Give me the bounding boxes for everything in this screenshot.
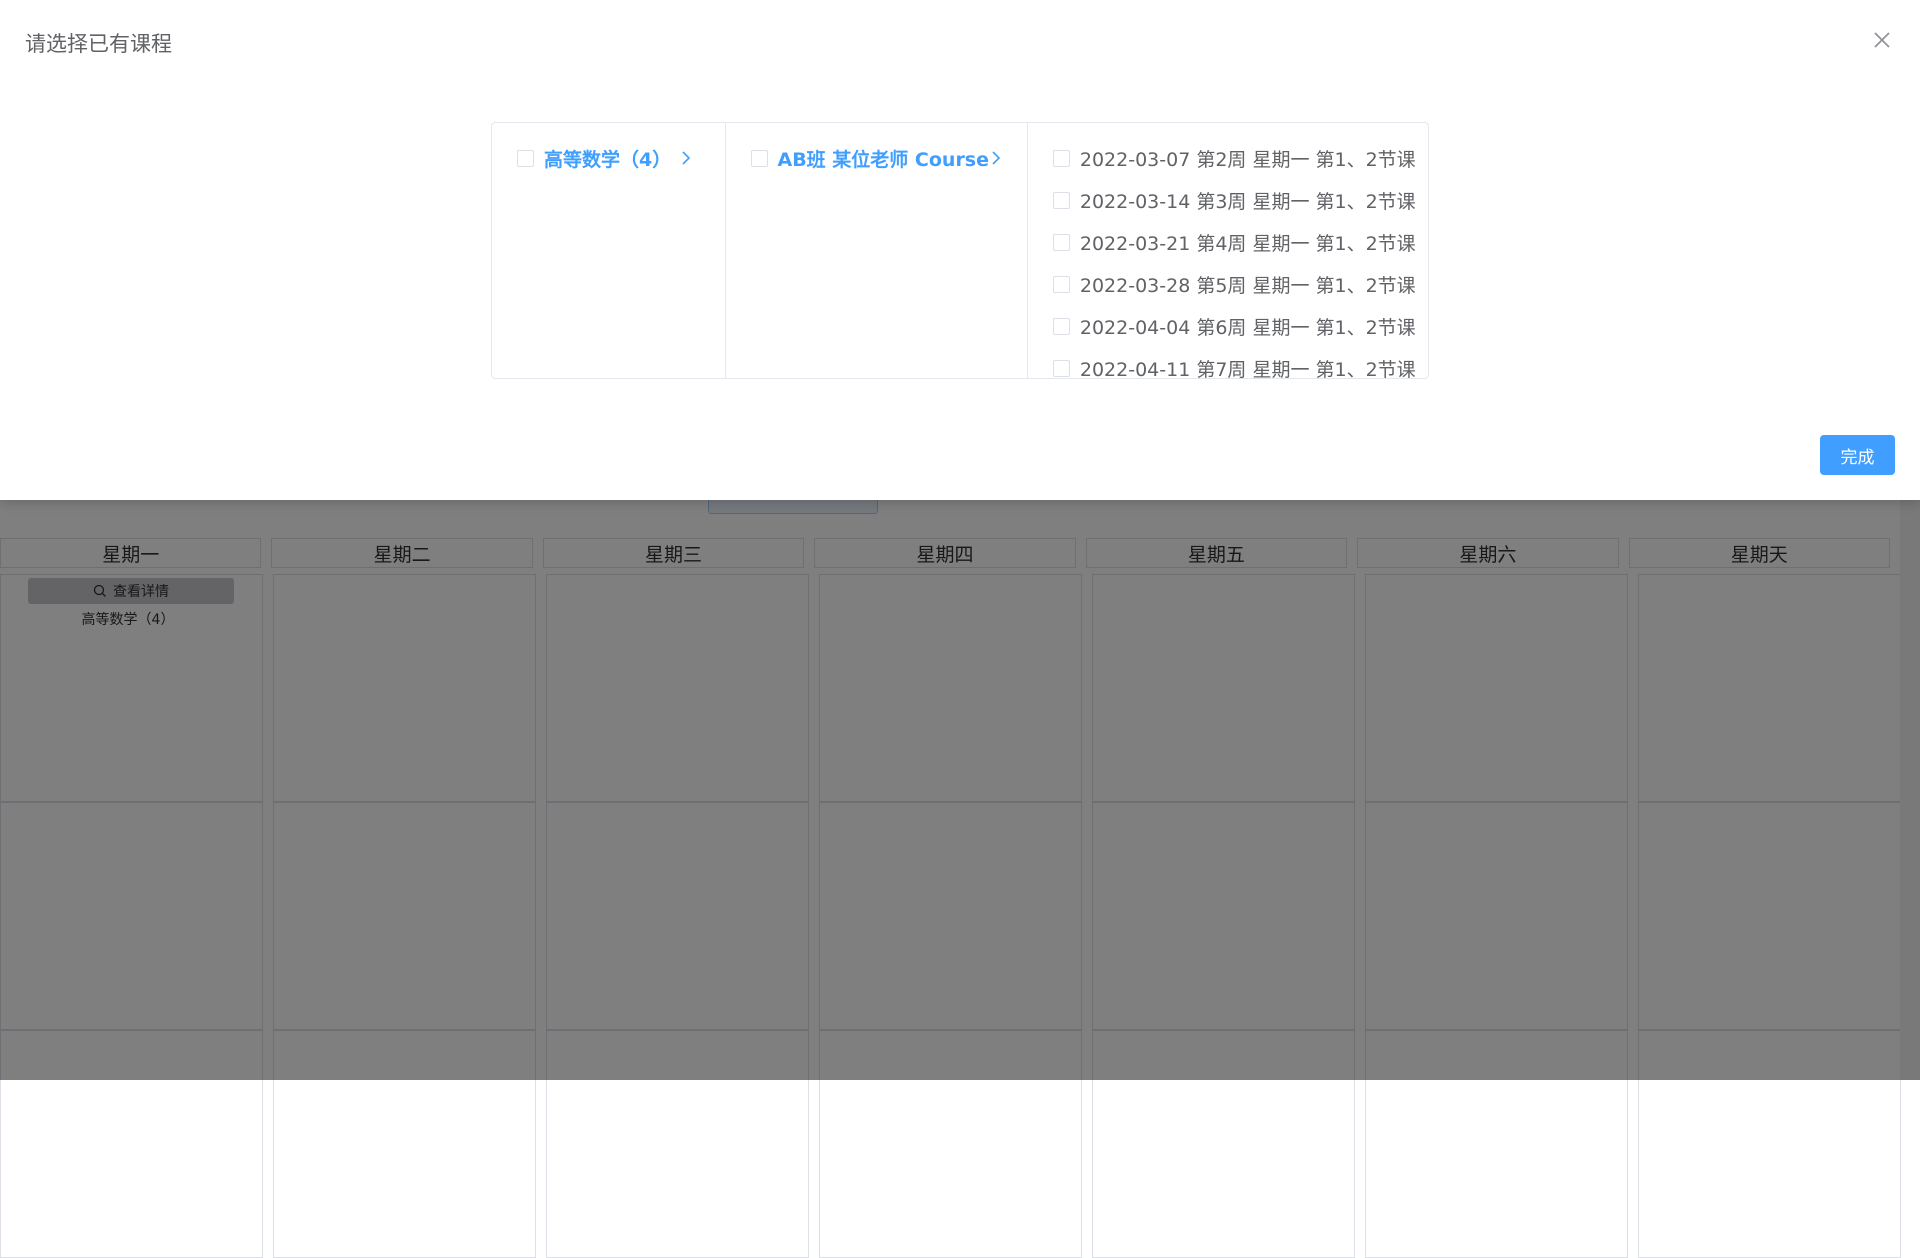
close-icon: [1874, 32, 1890, 48]
cascader-node-session[interactable]: 2022-03-21 第4周 星期一 第1、2节课: [1028, 221, 1428, 263]
checkbox-icon[interactable]: [1052, 317, 1070, 335]
cascader-node-label: AB班 某位老师 Course: [777, 148, 990, 171]
cascader-panel-course: 高等数学（4）: [492, 123, 726, 378]
cascader-node-course[interactable]: 高等数学（4）: [492, 137, 725, 179]
close-button[interactable]: [1870, 28, 1894, 52]
checkbox-icon[interactable]: [517, 149, 534, 167]
dialog-title: 请选择已有课程: [25, 32, 172, 56]
cascader-node-session[interactable]: 2022-04-11 第7周 星期一 第1、2节课: [1028, 347, 1428, 378]
course-cascader: 高等数学（4） AB班 某位老师 Course 2022-03-07 第2周 星…: [491, 122, 1429, 379]
checkbox-icon[interactable]: [1052, 149, 1070, 167]
cascader-node-label: 高等数学（4）: [544, 148, 672, 171]
cascader-node-session[interactable]: 2022-03-28 第5周 星期一 第1、2节课: [1028, 263, 1428, 305]
cascader-node-session[interactable]: 2022-04-04 第6周 星期一 第1、2节课: [1028, 305, 1428, 347]
chevron-right-icon: [681, 151, 691, 165]
done-button[interactable]: 完成: [1820, 435, 1895, 475]
chevron-right-icon: [991, 151, 1001, 165]
cascader-node-session[interactable]: 2022-03-07 第2周 星期一 第1、2节课: [1028, 137, 1428, 179]
cascader-node-label: 2022-04-11 第7周 星期一 第1、2节课: [1079, 358, 1416, 379]
cascader-node-session[interactable]: 2022-03-14 第3周 星期一 第1、2节课: [1028, 179, 1428, 221]
cascader-node-label: 2022-04-04 第6周 星期一 第1、2节课: [1079, 316, 1416, 339]
cascader-panel-session: 2022-03-07 第2周 星期一 第1、2节课 2022-03-14 第3周…: [1028, 123, 1428, 378]
cascader-node-label: 2022-03-28 第5周 星期一 第1、2节课: [1079, 274, 1416, 297]
checkbox-icon[interactable]: [750, 149, 768, 167]
select-course-dialog: 请选择已有课程 高等数学（4） AB班 某位老师 Course 2022-03-…: [0, 0, 1920, 500]
checkbox-icon[interactable]: [1052, 233, 1070, 251]
checkbox-icon[interactable]: [1052, 191, 1070, 209]
checkbox-icon[interactable]: [1052, 275, 1070, 293]
cascader-node-label: 2022-03-21 第4周 星期一 第1、2节课: [1079, 232, 1416, 255]
cascader-node-label: 2022-03-07 第2周 星期一 第1、2节课: [1079, 148, 1416, 171]
checkbox-icon[interactable]: [1052, 359, 1070, 377]
cascader-panel-class: AB班 某位老师 Course: [726, 123, 1028, 378]
cascader-node-label: 2022-03-14 第3周 星期一 第1、2节课: [1079, 190, 1416, 213]
cascader-node-class[interactable]: AB班 某位老师 Course: [726, 137, 1027, 179]
